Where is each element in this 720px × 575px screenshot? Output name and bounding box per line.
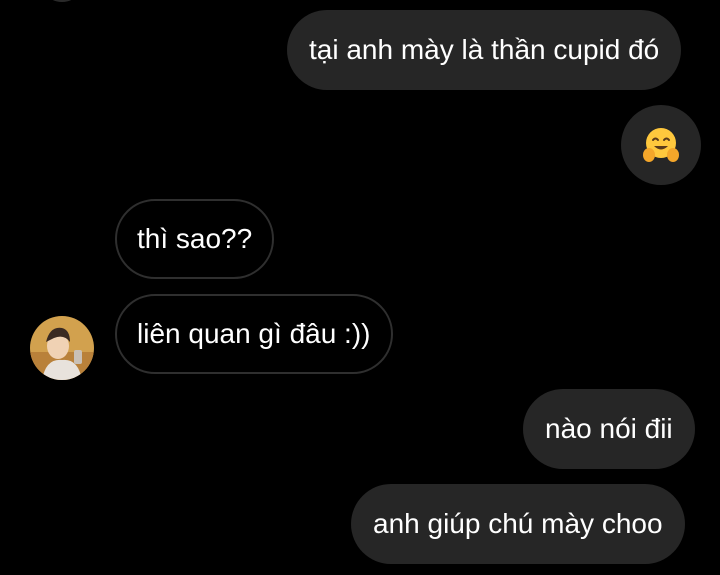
message-bubble-emoji[interactable] — [621, 105, 701, 185]
contact-avatar-image — [30, 316, 94, 380]
partial-avatar-top — [48, 0, 76, 2]
contact-avatar[interactable] — [30, 316, 94, 380]
hugging-face-emoji-icon — [643, 128, 679, 162]
message-bubble-outgoing[interactable]: nào nói đii — [523, 389, 695, 469]
message-bubble-incoming[interactable]: thì sao?? — [115, 199, 275, 279]
message-bubble-outgoing[interactable]: anh giúp chú mày choo — [351, 484, 685, 564]
message-bubble-incoming[interactable]: liên quan gì đâu :)) — [115, 294, 393, 374]
message-bubble-outgoing[interactable]: tại anh mày là thần cupid đó — [287, 10, 682, 90]
